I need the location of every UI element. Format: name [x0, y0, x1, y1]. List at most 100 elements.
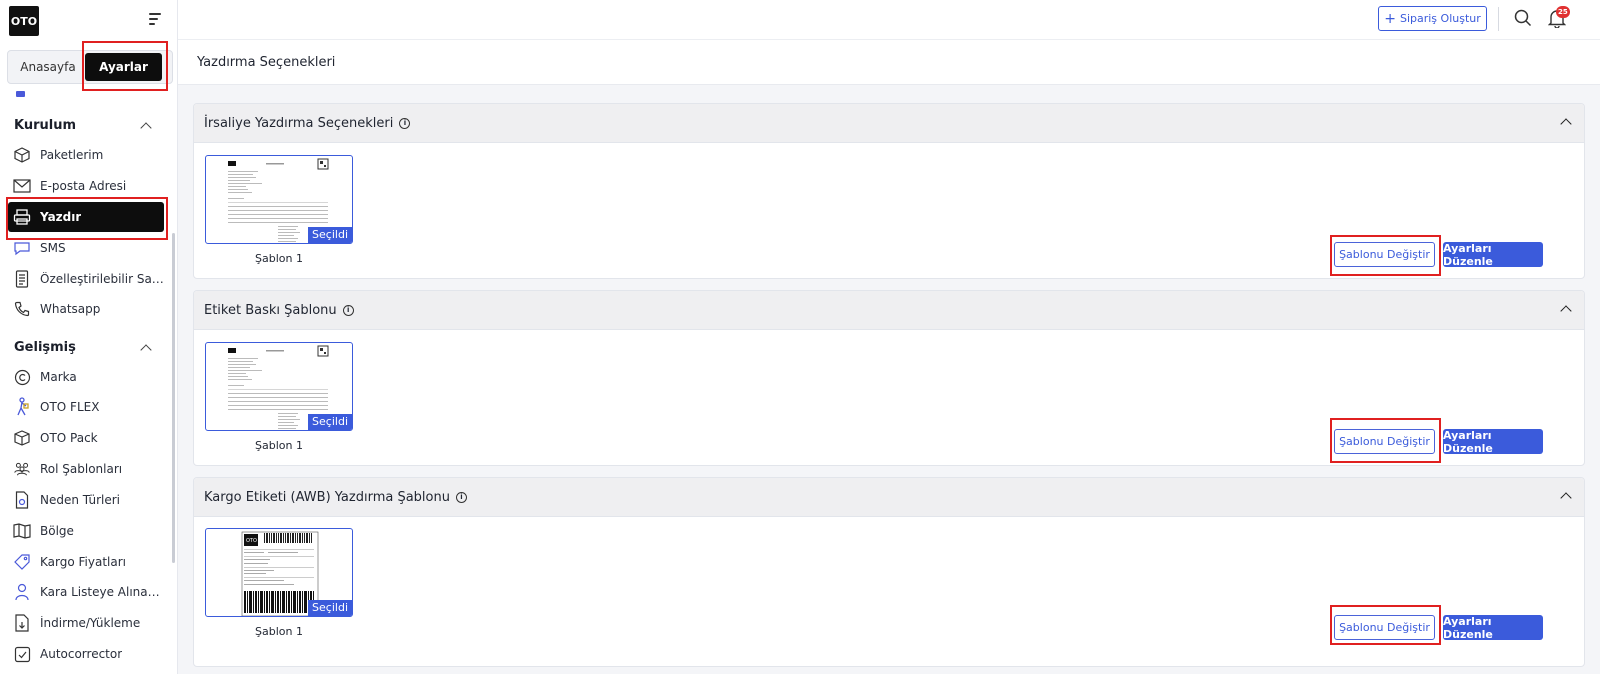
sidebar-item-label: Bölge — [40, 524, 74, 538]
printer-icon — [13, 208, 31, 226]
section-kurulum[interactable]: Kurulum — [14, 118, 152, 134]
sidebar-item-label: Rol Şablonları — [40, 462, 123, 476]
create-order-button[interactable]: + Sipariş Oluştur — [1378, 6, 1487, 31]
sidebar-item-oto-flex[interactable]: OTO FLEX — [8, 392, 164, 422]
sidebar-item-label: Whatsapp — [40, 302, 101, 316]
autocorrect-icon — [13, 645, 31, 663]
change-template-button[interactable]: Şablonu Değiştir — [1334, 242, 1435, 267]
chevron-up-icon — [140, 121, 152, 134]
chevron-up-icon[interactable] — [1560, 305, 1572, 317]
sidebar-item-label: Autocorrector — [40, 647, 123, 661]
sidebar-top-tabs: Anasayfa Ayarlar — [7, 50, 173, 84]
sidebar-item-whatsapp[interactable]: Whatsapp — [8, 294, 164, 324]
sidebar-item-oto-pack[interactable]: OTO Pack — [8, 423, 164, 453]
info-icon[interactable]: i — [455, 491, 467, 503]
sidebar-item-kara-liste[interactable]: Kara Listeye Alınan M… — [8, 577, 164, 607]
info-icon[interactable]: i — [342, 304, 354, 316]
template-thumbnail[interactable]: Seçildi — [205, 342, 353, 431]
info-icon[interactable]: i — [399, 117, 411, 129]
panel-title: Etiket Baskı Şablonu — [204, 302, 337, 318]
map-icon — [13, 522, 31, 540]
sidebar-item-label: OTO Pack — [40, 431, 98, 445]
svg-text:OTO: OTO — [246, 538, 257, 544]
sidebar-item-rol-sablonlari[interactable]: Rol Şablonları — [8, 454, 164, 484]
edit-settings-button[interactable]: Ayarları Düzenle — [1443, 615, 1543, 641]
panel-etiket: Etiket Baskı Şablonu i Seçildi Şablon 1 … — [193, 290, 1585, 466]
sidebar-item-label: Paketlerim — [40, 148, 104, 162]
section-kurulum-title: Kurulum — [14, 118, 77, 133]
header-divider — [1498, 7, 1499, 31]
selected-badge: Seçildi — [308, 600, 352, 616]
scrolled-item-icon — [16, 91, 25, 97]
sidebar-item-label: Özelleştirilebilir Sayfa… — [40, 272, 164, 286]
search-icon[interactable] — [1514, 9, 1532, 31]
sidebar-item-label: Kargo Fiyatları — [40, 555, 126, 569]
page-title: Yazdırma Seçenekleri — [197, 55, 336, 70]
sidebar-item-bolge[interactable]: Bölge — [8, 516, 164, 546]
template-name: Şablon 1 — [255, 625, 303, 638]
sidebar-scrollbar[interactable] — [172, 233, 175, 563]
sidebar-item-label: İndirme/Yükleme — [40, 616, 141, 630]
selected-badge: Seçildi — [308, 227, 352, 243]
sidebar-item-label: SMS — [40, 241, 66, 255]
blocked-user-icon — [13, 583, 31, 601]
template-thumbnail[interactable]: OTO Seçildi — [205, 528, 353, 617]
copyright-icon — [13, 368, 31, 386]
panel-etiket-header[interactable]: Etiket Baskı Şablonu i — [194, 291, 1584, 330]
panel-irsaliye-header[interactable]: İrsaliye Yazdırma Seçenekleri i — [194, 104, 1584, 143]
delivery-person-icon — [13, 397, 31, 416]
plus-icon: + — [1384, 10, 1396, 27]
sidebar-item-sms[interactable]: SMS — [8, 233, 164, 263]
create-order-label: Sipariş Oluştur — [1399, 12, 1481, 25]
sidebar-item-label: E-posta Adresi — [40, 179, 127, 193]
main-content: İrsaliye Yazdırma Seçenekleri i Seçildi … — [178, 85, 1600, 674]
sidebar-item-eposta[interactable]: E-posta Adresi — [8, 171, 164, 201]
template-name: Şablon 1 — [255, 439, 303, 452]
tab-settings[interactable]: Ayarlar — [85, 53, 162, 81]
panel-kargo-etiketi: Kargo Etiketi (AWB) Yazdırma Şablonu i O… — [193, 477, 1585, 667]
chevron-up-icon — [140, 343, 152, 356]
section-gelismis[interactable]: Gelişmiş — [14, 340, 152, 356]
edit-settings-button[interactable]: Ayarları Düzenle — [1443, 429, 1543, 455]
sidebar-item-marka[interactable]: Marka — [8, 362, 164, 392]
panel-title: Kargo Etiketi (AWB) Yazdırma Şablonu — [204, 489, 450, 505]
change-template-button[interactable]: Şablonu Değiştir — [1334, 615, 1435, 640]
sidebar-item-autocorrector[interactable]: Autocorrector — [8, 639, 164, 669]
panel-title: İrsaliye Yazdırma Seçenekleri — [204, 115, 394, 131]
sidebar-item-neden-turleri[interactable]: Neden Türleri — [8, 485, 164, 515]
page-title-bar: Yazdırma Seçenekleri — [178, 40, 1600, 85]
selected-badge: Seçildi — [308, 414, 352, 430]
sidebar-item-indirme-yukleme[interactable]: İndirme/Yükleme — [8, 608, 164, 638]
envelope-icon — [13, 177, 31, 195]
change-template-button[interactable]: Şablonu Değiştir — [1334, 429, 1435, 454]
sidebar-item-label: OTO FLEX — [40, 400, 100, 414]
sidebar-item-custom-pages[interactable]: Özelleştirilebilir Sayfa… — [8, 264, 164, 294]
sidebar-item-yazdir[interactable]: Yazdır — [8, 202, 164, 232]
download-upload-icon — [13, 614, 31, 632]
document-icon — [13, 491, 31, 509]
phone-icon — [13, 300, 31, 318]
edit-settings-button[interactable]: Ayarları Düzenle — [1443, 242, 1543, 268]
panel-kargo-header[interactable]: Kargo Etiketi (AWB) Yazdırma Şablonu i — [194, 478, 1584, 517]
box-icon — [13, 429, 31, 447]
sidebar-item-label: Yazdır — [40, 210, 82, 224]
document-list-icon — [13, 270, 31, 288]
sidebar-item-label: Marka — [40, 370, 77, 384]
tab-home[interactable]: Anasayfa — [11, 53, 85, 81]
section-gelismis-title: Gelişmiş — [14, 340, 76, 355]
chevron-up-icon[interactable] — [1560, 118, 1572, 130]
sidebar-collapse-icon[interactable] — [149, 13, 163, 25]
sidebar: OTO Anasayfa Ayarlar Kurulum Paketlerim … — [0, 0, 178, 674]
price-tag-icon — [13, 553, 31, 571]
sidebar-item-kargo-fiyatlari[interactable]: Kargo Fiyatları — [8, 547, 164, 577]
oto-logo[interactable]: OTO — [9, 6, 39, 36]
users-group-icon — [13, 460, 31, 478]
package-icon — [13, 146, 31, 164]
sidebar-item-label: Kara Listeye Alınan M… — [40, 585, 164, 599]
sidebar-item-paketlerim[interactable]: Paketlerim — [8, 140, 164, 170]
top-header: + Sipariş Oluştur 25 — [178, 0, 1600, 40]
chevron-up-icon[interactable] — [1560, 492, 1572, 504]
chat-bubble-icon — [13, 239, 31, 257]
template-thumbnail[interactable]: Seçildi — [205, 155, 353, 244]
panel-irsaliye: İrsaliye Yazdırma Seçenekleri i Seçildi … — [193, 103, 1585, 279]
